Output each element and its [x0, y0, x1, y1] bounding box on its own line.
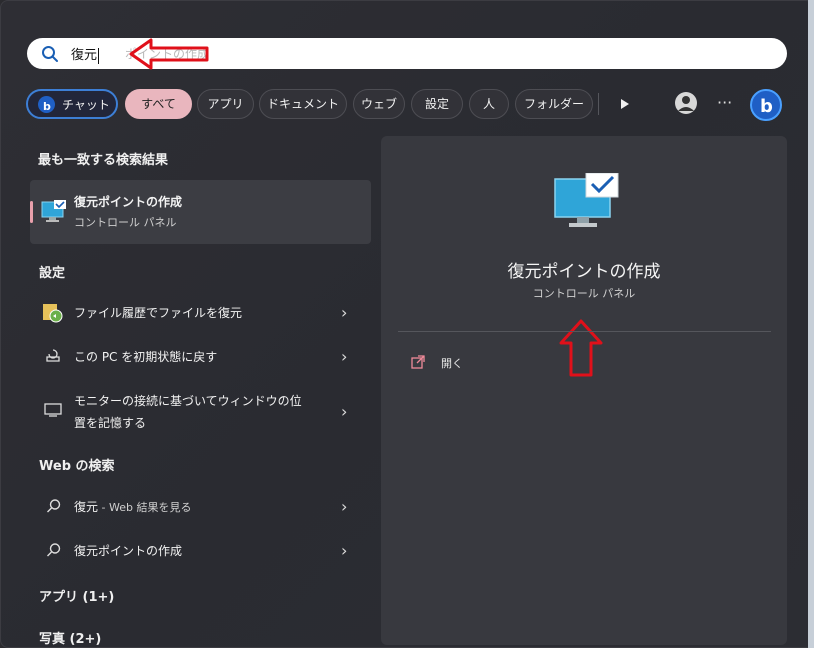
- chip-documents[interactable]: ドキュメント: [259, 89, 347, 119]
- chip-settings[interactable]: 設定: [411, 89, 463, 119]
- chevron-right-icon: ›: [341, 497, 348, 516]
- preview-divider: [398, 331, 771, 332]
- open-action[interactable]: 開く: [441, 355, 463, 371]
- settings-item-label: ファイル履歴でファイルを復元: [74, 306, 243, 320]
- file-history-icon: [43, 304, 63, 323]
- apps-heading[interactable]: アプリ (1+): [39, 586, 114, 605]
- monitor-icon: [44, 403, 62, 417]
- settings-item-label: この PC を初期状態に戻す: [74, 350, 218, 364]
- chevron-right-icon: ›: [341, 402, 348, 421]
- red-arrow-up-annotation: [559, 319, 603, 377]
- best-match-heading: 最も一致する検索結果: [38, 153, 169, 168]
- preview-title: 復元ポイントの作成: [507, 262, 661, 282]
- restore-point-icon: [41, 200, 66, 222]
- bing-icon: b: [38, 96, 55, 113]
- chevron-right-icon: ›: [341, 303, 348, 322]
- best-match-result[interactable]: [30, 180, 371, 244]
- search-icon: [47, 543, 61, 557]
- selection-indicator: [30, 201, 33, 223]
- red-arrow-left-annotation: [129, 38, 209, 70]
- best-match-subtitle: コントロール パネル: [74, 216, 177, 229]
- restore-point-large-icon: [554, 173, 619, 227]
- svg-text:b: b: [43, 100, 51, 113]
- settings-heading: 設定: [39, 266, 66, 281]
- settings-item-label-line1: モニターの接続に基づいてウィンドウの位: [74, 394, 302, 408]
- start-search-panel: 復元 ポイントの作成 b チャット すべて アプリ ドキュメント ウェブ 設定 …: [0, 0, 814, 648]
- web-search-heading: Web の検索: [39, 459, 115, 474]
- chip-apps[interactable]: アプリ: [197, 89, 254, 119]
- web-result-label: 復元 - Web 結果を見る: [74, 500, 192, 514]
- web-result-label: 復元ポイントの作成: [74, 544, 183, 558]
- settings-item-label-line2: 置を記憶する: [74, 416, 147, 430]
- chip-folders[interactable]: フォルダー: [515, 89, 593, 119]
- photos-heading[interactable]: 写真 (2+): [39, 628, 101, 647]
- open-external-icon: [411, 355, 425, 369]
- chip-all[interactable]: すべて: [125, 89, 192, 119]
- text-caret: [98, 47, 100, 64]
- play-more-icon[interactable]: [619, 98, 631, 110]
- best-match-title: 復元ポイントの作成: [74, 195, 183, 209]
- chip-web[interactable]: ウェブ: [353, 89, 405, 119]
- chip-chat[interactable]: b チャット: [26, 89, 118, 119]
- bing-chat-icon[interactable]: b: [749, 88, 783, 122]
- preview-subtitle: コントロール パネル: [532, 287, 636, 300]
- chip-people[interactable]: 人: [469, 89, 509, 119]
- reset-pc-icon: [46, 349, 60, 362]
- user-avatar-icon[interactable]: [674, 91, 698, 115]
- svg-text:b: b: [760, 96, 773, 117]
- background-window-edge: [808, 0, 814, 648]
- search-input[interactable]: 復元: [71, 44, 100, 64]
- chevron-right-icon: ›: [341, 347, 348, 366]
- more-options-icon[interactable]: ···: [717, 93, 732, 112]
- chips-divider: [598, 93, 599, 115]
- chevron-right-icon: ›: [341, 541, 348, 560]
- search-icon: [47, 499, 61, 513]
- search-icon: [42, 46, 58, 62]
